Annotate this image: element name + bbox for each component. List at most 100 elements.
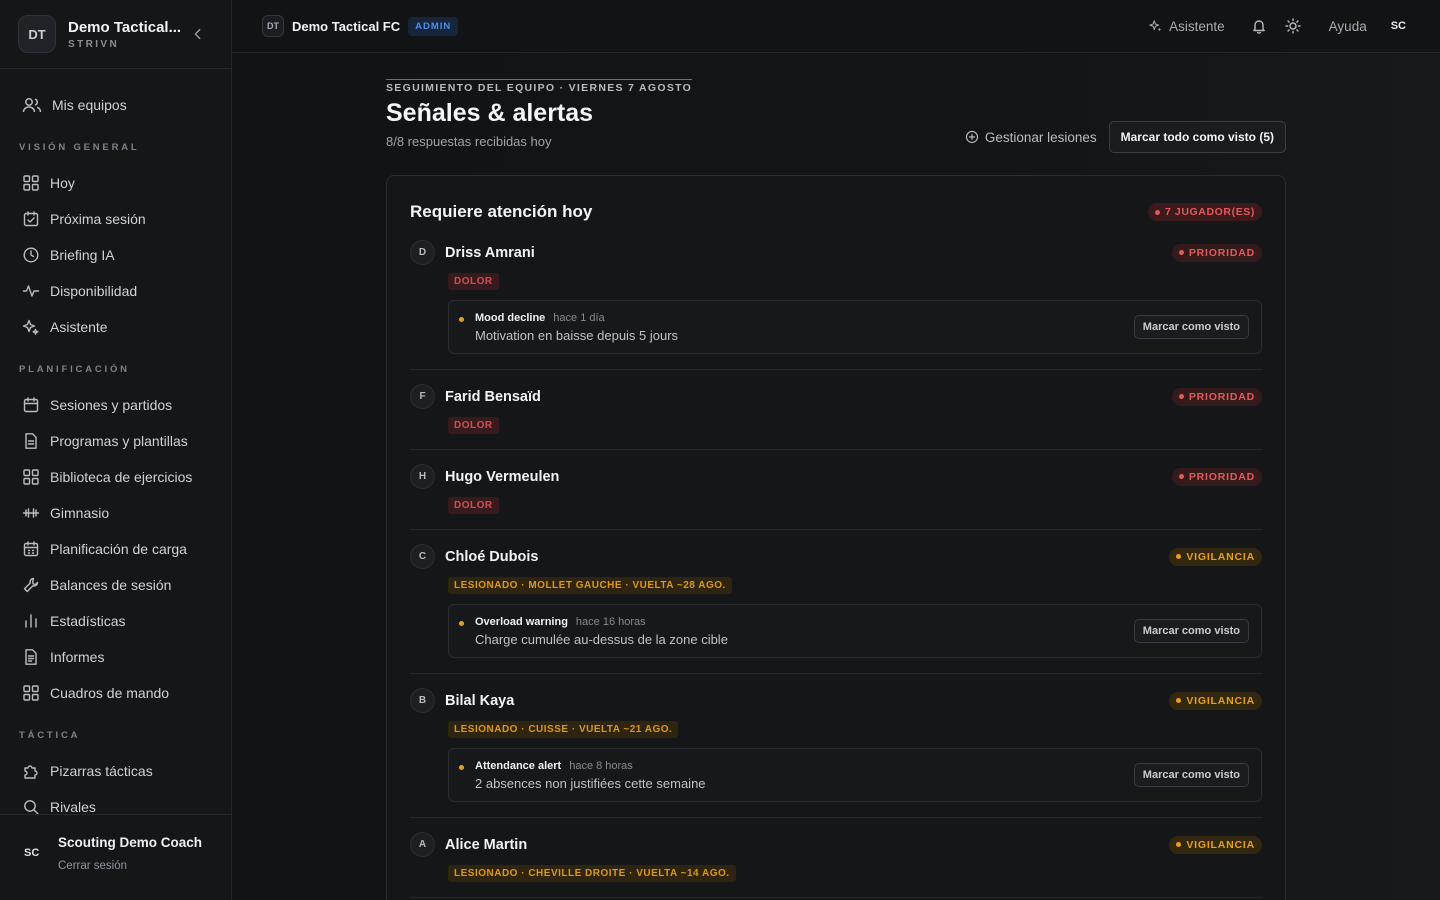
sidebar-item-asistente[interactable]: Asistente [0, 309, 231, 345]
status-badge: VIGILANCIA [1169, 547, 1262, 566]
player-row: B Bilal Kaya VIGILANCIA LESIONADO · CUIS… [410, 674, 1262, 818]
player-count: 7 JUGADOR(ES) [1164, 206, 1255, 218]
logout-link[interactable]: Cerrar sesión [58, 860, 202, 872]
activity-icon [22, 282, 40, 300]
condition-tag: LESIONADO · MOLLET GAUCHE · VUELTA ~28 A… [448, 577, 732, 594]
condition-tag: LESIONADO · CUISSE · VUELTA ~21 AGO. [448, 721, 679, 738]
card-title: Requiere atención hoy [410, 202, 593, 221]
bell-icon[interactable] [1251, 18, 1267, 34]
sidebar-item-cuadros-de-mando[interactable]: Cuadros de mando [0, 675, 231, 711]
user-name: Scouting Demo Coach [58, 835, 203, 850]
team-logo[interactable]: DT [18, 15, 56, 53]
status-dot [1176, 554, 1182, 559]
sidebar-item-label: Sesiones y partidos [50, 397, 173, 413]
player-avatar: B [410, 688, 435, 713]
status-label: PRIORIDAD [1188, 246, 1255, 259]
sidebar-item-pizarras-tacticas[interactable]: Pizarras tácticas [0, 753, 231, 789]
sidebar-item-sesiones-y-partidos[interactable]: Sesiones y partidos [0, 387, 231, 423]
condition-tag: DOLOR [448, 497, 499, 514]
attention-card: Requiere atención hoy 7 JUGADOR(ES) D Dr… [386, 175, 1286, 900]
sidebar-item-label: Disponibilidad [50, 283, 138, 299]
sidebar-item-label: Programas y plantillas [50, 433, 188, 449]
condition-tag: DOLOR [448, 417, 499, 434]
player-name[interactable]: Chloé Dubois [445, 549, 538, 565]
player-row: F Farid Bensaïd PRIORIDAD DOLOR [410, 370, 1262, 450]
topbar: DT Demo Tactical FC ADMIN Asistente Ayud… [232, 0, 1440, 53]
sidebar-item-programas-y-plantillas[interactable]: Programas y plantillas [0, 423, 231, 459]
player-row: D Driss Amrani PRIORIDAD DOLOR Mood decl… [410, 226, 1262, 370]
user-avatar[interactable]: SC [1391, 20, 1406, 32]
alert-title: Attendance alert [475, 759, 562, 772]
sidebar-item-mis-equipos[interactable]: Mis equipos [0, 87, 231, 123]
file-text-icon [22, 648, 40, 666]
sidebar-item-hoy[interactable]: Hoy [0, 165, 231, 201]
status-dot [1178, 394, 1184, 399]
status-badge: VIGILANCIA [1169, 835, 1262, 854]
team-name[interactable]: Demo Tactical... [68, 19, 181, 36]
assistant-button[interactable]: Asistente [1149, 19, 1225, 34]
role-badge: ADMIN [408, 16, 459, 36]
sidebar-item-informes[interactable]: Informes [0, 639, 231, 675]
sidebar-item-label: Próxima sesión [50, 211, 146, 227]
player-list: D Driss Amrani PRIORIDAD DOLOR Mood decl… [387, 226, 1285, 898]
player-name[interactable]: Bilal Kaya [445, 693, 514, 709]
sidebar-item-gimnasio[interactable]: Gimnasio [0, 495, 231, 531]
sidebar-item-label: Hoy [50, 175, 75, 191]
mark-seen-button[interactable]: Marcar como visto [1133, 763, 1249, 787]
sidebar-item-label: Pizarras tácticas [50, 763, 153, 779]
manage-injuries-button[interactable]: Gestionar lesiones [965, 130, 1097, 145]
status-label: VIGILANCIA [1186, 550, 1255, 563]
org-name: STRIVN [68, 38, 120, 50]
avatar[interactable]: SC [24, 847, 44, 880]
status-label: PRIORIDAD [1188, 470, 1255, 483]
sidebar-item-label: Briefing IA [50, 247, 115, 263]
player-row: H Hugo Vermeulen PRIORIDAD DOLOR [410, 450, 1262, 530]
player-name[interactable]: Farid Bensaïd [445, 389, 541, 405]
alert-time: hace 1 día [553, 311, 605, 324]
sidebar-item-label: Informes [50, 649, 105, 665]
sidebar-section-title: PLANIFICACIÓN [19, 363, 130, 375]
sidebar-item-label: Rivales [50, 799, 96, 815]
sidebar-item-label: Balances de sesión [50, 577, 172, 593]
player-name[interactable]: Alice Martin [445, 837, 527, 853]
calendar-check-icon [22, 210, 40, 228]
sidebar: DT Demo Tactical... STRIVN Mis equipos V… [0, 0, 232, 900]
status-label: VIGILANCIA [1186, 694, 1255, 707]
alert-text: 2 absences non justifiées cette semaine [475, 775, 706, 791]
sparkles-icon [1149, 19, 1163, 33]
sidebar-item-balances-de-sesion[interactable]: Balances de sesión [0, 567, 231, 603]
alert-time: hace 8 horas [569, 759, 633, 772]
chevron-left-icon[interactable] [191, 27, 205, 41]
status-label: PRIORIDAD [1188, 390, 1255, 403]
sun-icon[interactable] [1284, 18, 1301, 34]
sidebar-item-estadisticas[interactable]: Estadísticas [0, 603, 231, 639]
sidebar-item-biblioteca-de-ejercicios[interactable]: Biblioteca de ejercicios [0, 459, 231, 495]
assistant-label: Asistente [1169, 18, 1225, 34]
sidebar-item-disponibilidad[interactable]: Disponibilidad [0, 273, 231, 309]
alert-item: Overload warning hace 16 horas Charge cu… [448, 604, 1262, 658]
player-count-badge: 7 JUGADOR(ES) [1147, 203, 1262, 221]
status-dot [1176, 698, 1182, 703]
player-name[interactable]: Driss Amrani [445, 245, 535, 261]
player-name[interactable]: Hugo Vermeulen [445, 469, 559, 485]
player-avatar: F [410, 384, 435, 409]
sidebar-item-planificacion-de-carga[interactable]: Planificación de carga [0, 531, 231, 567]
calendar-grid-icon [22, 540, 40, 558]
sidebar-item-label: Planificación de carga [50, 541, 187, 557]
grid-icon [22, 468, 40, 486]
status-dot [1176, 842, 1182, 847]
sidebar-item-proxima-sesion[interactable]: Próxima sesión [0, 201, 231, 237]
sidebar-section-title: TÁCTICA [19, 729, 81, 741]
grid-icon [22, 684, 40, 702]
mark-all-seen-button[interactable]: Marcar todo como visto (5) [1108, 121, 1286, 153]
plus-circle-icon [965, 130, 979, 144]
breadcrumb: SEGUIMIENTO DEL EQUIPO · VIERNES 7 AGOST… [386, 79, 693, 94]
help-link[interactable]: Ayuda [1329, 19, 1367, 34]
sidebar-item-briefing-ia[interactable]: Briefing IA [0, 237, 231, 273]
manage-injuries-label: Gestionar lesiones [984, 129, 1097, 145]
condition-tag: LESIONADO · CHEVILLE DROITE · VUELTA ~14… [448, 865, 736, 882]
alert-text: Charge cumulée au-dessus de la zone cibl… [475, 631, 728, 647]
mark-seen-button[interactable]: Marcar como visto [1133, 315, 1249, 339]
mark-seen-button[interactable]: Marcar como visto [1133, 619, 1249, 643]
page-actions: Gestionar lesiones Marcar todo como vist… [965, 121, 1286, 153]
